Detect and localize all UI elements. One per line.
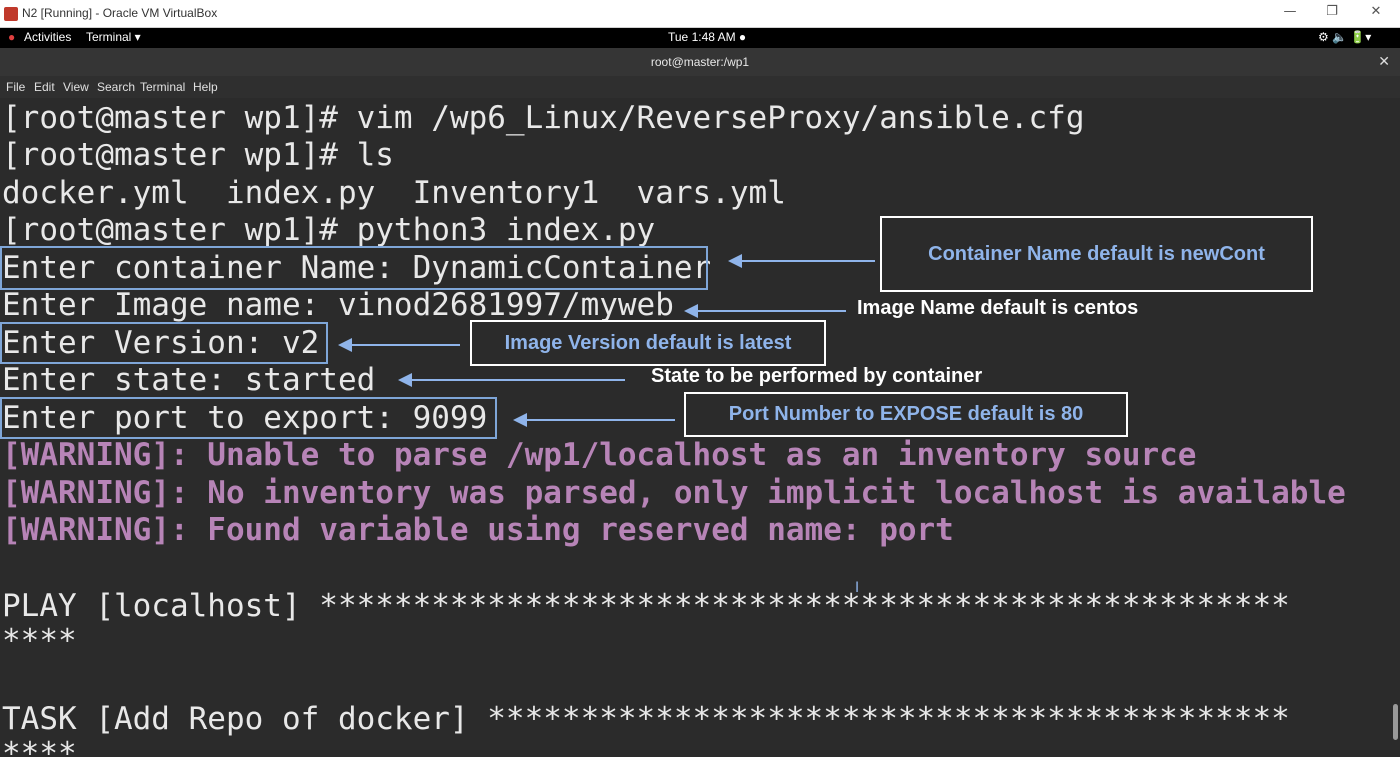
arrow-state xyxy=(398,373,625,387)
terminal-app-menu[interactable]: Terminal ▾ xyxy=(86,30,141,44)
terminal-line: Enter Image name: vinod2681997/myweb xyxy=(2,287,674,323)
restore-button[interactable]: ❐ xyxy=(1322,4,1342,19)
close-button[interactable]: ✕ xyxy=(1366,4,1386,19)
callout-image-name: Image Name default is centos xyxy=(857,297,1139,319)
vbox-window-titlebar: N2 [Running] - Oracle VM VirtualBox — ❐ … xyxy=(0,0,1400,28)
terminal-titlebar: root@master:/wp1 ✕ xyxy=(0,48,1400,76)
menu-search[interactable]: Search xyxy=(97,80,135,94)
terminal-line: [root@master wp1]# ls xyxy=(2,137,394,173)
terminal-line: **** xyxy=(2,623,77,659)
terminal-scrollbar[interactable] xyxy=(1393,704,1398,740)
arrow-container-name xyxy=(728,254,875,268)
terminal-line: Enter state: started xyxy=(2,362,376,398)
terminal-line: [root@master wp1]# python3 index.py xyxy=(2,212,656,248)
arrow-port xyxy=(513,413,675,427)
terminal-menubar: File Edit View Search Terminal Help xyxy=(0,76,1400,98)
gnome-top-bar: ● Activities Terminal ▾ Tue 1:48 AM ● ⚙ … xyxy=(0,28,1400,48)
menu-help[interactable]: Help xyxy=(193,80,218,94)
virtualbox-icon xyxy=(4,7,18,21)
callout-state: State to be performed by container xyxy=(651,365,983,387)
callout-port: Port Number to EXPOSE default is 80 xyxy=(684,392,1128,437)
arrow-image-name xyxy=(684,304,846,318)
terminal-line: **** xyxy=(2,736,77,757)
terminal-line: docker.yml index.py Inventory1 vars.yml xyxy=(2,175,786,211)
highlight-version xyxy=(0,322,328,364)
redhat-icon: ● xyxy=(8,30,16,44)
terminal-output[interactable]: [root@master wp1]# vim /wp6_Linux/Revers… xyxy=(0,98,1400,757)
arrow-version xyxy=(338,338,460,352)
callout-image-version: Image Version default is latest xyxy=(470,320,826,366)
play-header-line: PLAY [localhost] ***********************… xyxy=(2,588,1290,624)
warning-line: [WARNING]: Found variable using reserved… xyxy=(2,512,954,548)
menu-edit[interactable]: Edit xyxy=(34,80,55,94)
warning-line: [WARNING]: Unable to parse /wp1/localhos… xyxy=(2,437,1197,473)
highlight-port xyxy=(0,397,497,439)
terminal-close-icon[interactable]: ✕ xyxy=(1378,53,1390,70)
warning-line: [WARNING]: No inventory was parsed, only… xyxy=(2,475,1346,511)
task-header-line: TASK [Add Repo of docker] **************… xyxy=(2,701,1290,737)
text-cursor-icon: Ι xyxy=(855,580,860,596)
window-title: N2 [Running] - Oracle VM VirtualBox xyxy=(22,6,218,20)
minimize-button[interactable]: — xyxy=(1280,4,1300,19)
menu-file[interactable]: File xyxy=(6,80,25,94)
callout-container-name: Container Name default is newCont xyxy=(880,216,1313,292)
menu-terminal[interactable]: Terminal xyxy=(140,80,185,94)
terminal-title: root@master:/wp1 xyxy=(650,55,750,69)
clock[interactable]: Tue 1:48 AM ● xyxy=(668,30,746,44)
highlight-container-name xyxy=(0,246,708,290)
activities-button[interactable]: Activities xyxy=(24,30,71,44)
terminal-line: [root@master wp1]# vim /wp6_Linux/Revers… xyxy=(2,100,1085,136)
status-area-icons[interactable]: ⚙ 🔈 🔋▾ xyxy=(1318,30,1371,44)
menu-view[interactable]: View xyxy=(63,80,89,94)
